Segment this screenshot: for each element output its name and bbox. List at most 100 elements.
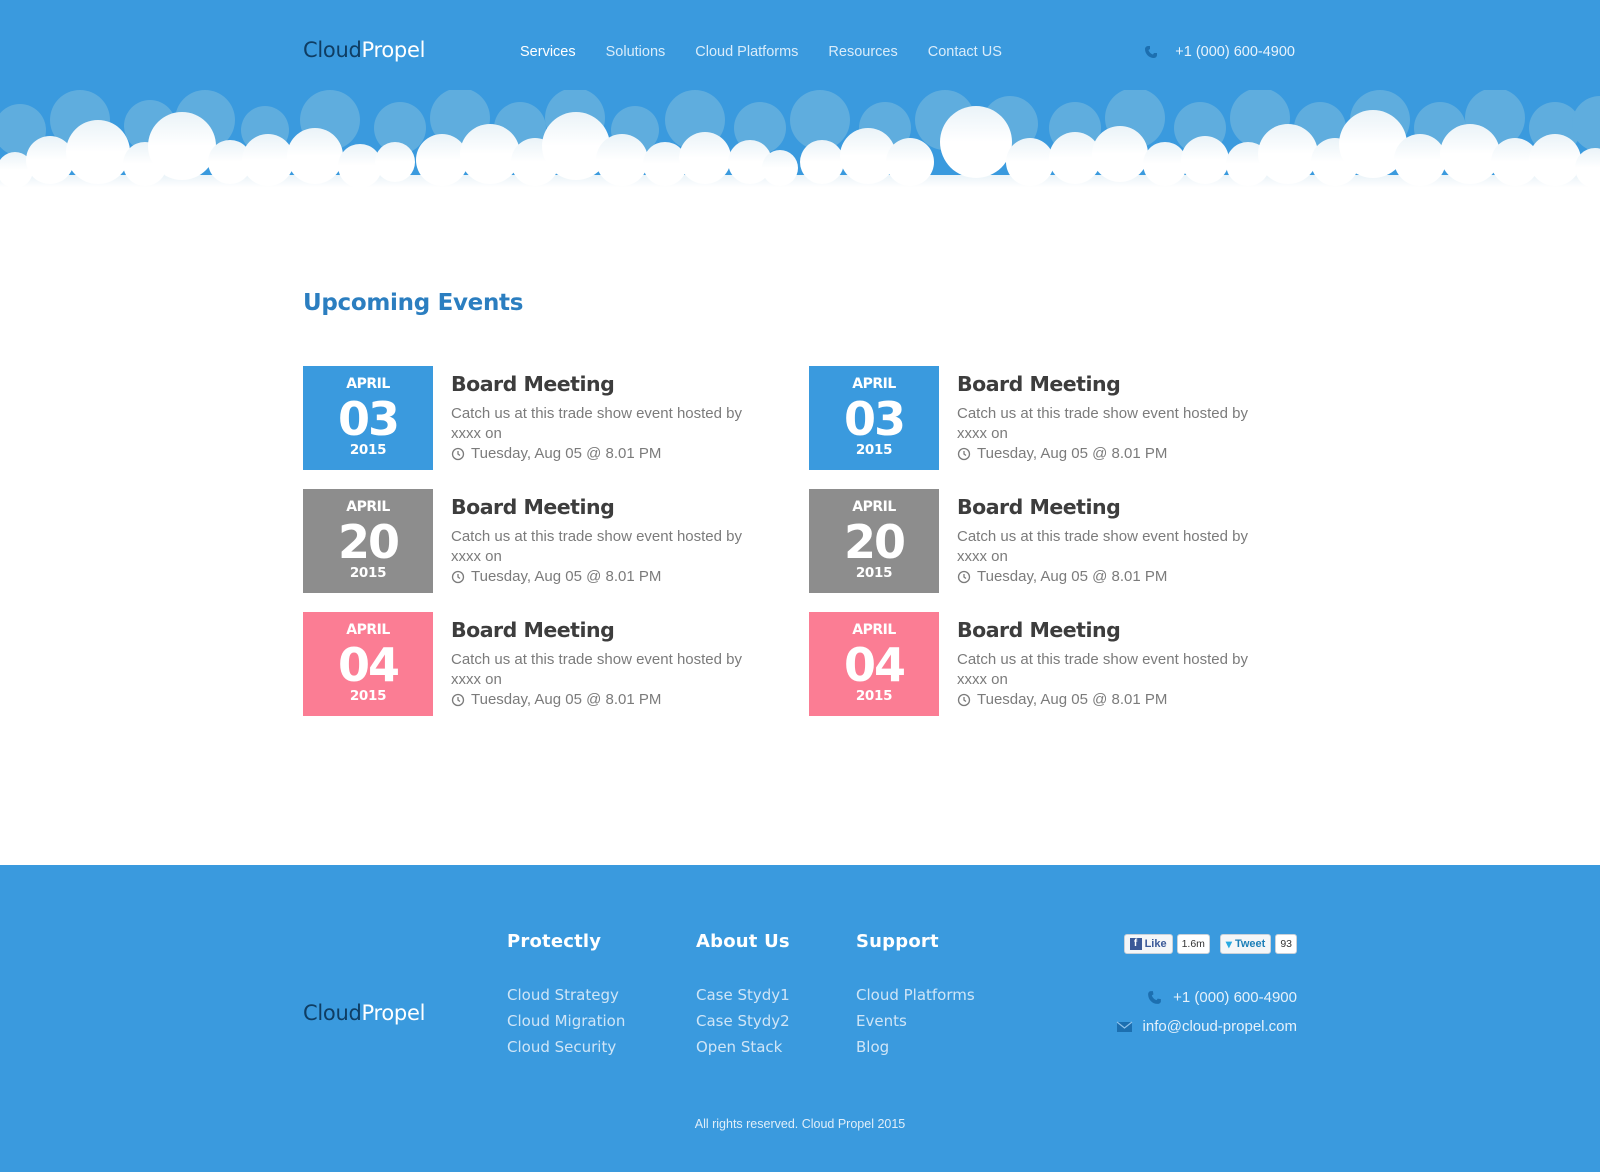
clock-icon <box>451 570 465 583</box>
event-date-badge: APRIL 03 2015 <box>303 366 433 470</box>
event-year: 2015 <box>349 688 387 704</box>
event-time: Tuesday, Aug 05 @ 8.01 PM <box>957 691 1167 708</box>
nav-item-cloud-platforms[interactable]: Cloud Platforms <box>695 44 798 60</box>
event-title[interactable]: Board Meeting <box>451 495 615 519</box>
facebook-icon: f <box>1129 938 1142 950</box>
brand-logo[interactable]: CloudPropel <box>303 38 425 62</box>
event-date-badge: APRIL 20 2015 <box>809 489 939 593</box>
site-footer: CloudPropel Protectly Cloud Strategy Clo… <box>0 865 1600 1172</box>
event-time: Tuesday, Aug 05 @ 8.01 PM <box>957 568 1167 585</box>
event-day: 20 <box>843 515 906 569</box>
brand-logo-part2: Propel <box>361 1001 426 1025</box>
event-time-text: Tuesday, Aug 05 @ 8.01 PM <box>977 568 1168 585</box>
footer-column-protectly: Protectly Cloud Strategy Cloud Migration… <box>507 931 625 1060</box>
footer-link-open-stack[interactable]: Open Stack <box>696 1034 790 1060</box>
event-time: Tuesday, Aug 05 @ 8.01 PM <box>957 445 1167 462</box>
footer-email-address: info@cloud-propel.com <box>1142 1018 1297 1035</box>
footer-phone[interactable]: +1 (000) 600-4900 <box>1146 989 1297 1006</box>
event-time-text: Tuesday, Aug 05 @ 8.01 PM <box>471 445 662 462</box>
event-date-badge: APRIL 20 2015 <box>303 489 433 593</box>
event-day: 04 <box>843 638 906 692</box>
footer-column-heading: Protectly <box>507 931 602 952</box>
footer-link-events[interactable]: Events <box>856 1008 975 1034</box>
footer-brand-logo[interactable]: CloudPropel <box>303 1001 425 1025</box>
event-time: Tuesday, Aug 05 @ 8.01 PM <box>451 445 661 462</box>
footer-link-cloud-strategy[interactable]: Cloud Strategy <box>507 982 625 1008</box>
nav-item-resources[interactable]: Resources <box>828 44 897 60</box>
event-title[interactable]: Board Meeting <box>451 618 615 642</box>
event-time-text: Tuesday, Aug 05 @ 8.01 PM <box>977 691 1168 708</box>
event-description: Catch us at this trade show event hosted… <box>957 528 1248 565</box>
event-year: 2015 <box>855 565 893 581</box>
twitter-icon: ▾ <box>1225 937 1232 951</box>
event-day: 04 <box>337 638 400 692</box>
event-title[interactable]: Board Meeting <box>957 495 1121 519</box>
event-description: Catch us at this trade show event hosted… <box>451 651 742 688</box>
event-year: 2015 <box>855 688 893 704</box>
event-description: Catch us at this trade show event hosted… <box>957 405 1248 442</box>
tweet-label: Tweet <box>1234 938 1266 950</box>
footer-column-heading: About Us <box>696 931 790 952</box>
event-description: Catch us at this trade show event hosted… <box>451 528 742 565</box>
event-card[interactable]: APRIL 04 2015 Board Meeting Catch us at … <box>809 612 1289 716</box>
event-month: APRIL <box>346 376 390 392</box>
footer-column-about-us: About Us Case Stydy1 Case Stydy2 Open St… <box>696 931 790 1060</box>
clock-icon <box>957 693 971 706</box>
facebook-like-button[interactable]: f Like <box>1123 934 1173 954</box>
event-description: Catch us at this trade show event hosted… <box>451 405 742 442</box>
footer-link-cloud-platforms[interactable]: Cloud Platforms <box>856 982 975 1008</box>
header-phone[interactable]: +1 (000) 600-4900 <box>1143 44 1295 60</box>
upcoming-events-title: Upcoming Events <box>303 290 524 316</box>
clouds-decoration <box>0 90 1600 200</box>
tweet-button[interactable]: ▾ Tweet <box>1219 934 1272 954</box>
nav-item-services[interactable]: Services <box>520 44 576 60</box>
event-day: 03 <box>337 392 400 446</box>
footer-link-cloud-migration[interactable]: Cloud Migration <box>507 1008 625 1034</box>
footer-link-case-study-1[interactable]: Case Stydy1 <box>696 982 790 1008</box>
footer-link-blog[interactable]: Blog <box>856 1034 975 1060</box>
event-time-text: Tuesday, Aug 05 @ 8.01 PM <box>471 691 662 708</box>
event-day: 20 <box>337 515 400 569</box>
brand-logo-part2: Propel <box>361 38 426 62</box>
event-card[interactable]: APRIL 04 2015 Board Meeting Catch us at … <box>303 612 783 716</box>
site-header: CloudPropel Services Solutions Cloud Pla… <box>0 0 1600 200</box>
event-month: APRIL <box>346 622 390 638</box>
event-year: 2015 <box>349 565 387 581</box>
event-card[interactable]: APRIL 20 2015 Board Meeting Catch us at … <box>809 489 1289 593</box>
event-month: APRIL <box>852 499 896 515</box>
event-title[interactable]: Board Meeting <box>451 372 615 396</box>
event-month: APRIL <box>346 499 390 515</box>
social-buttons: f Like 1.6m ▾ Tweet 93 <box>1123 934 1297 954</box>
event-card[interactable]: APRIL 03 2015 Board Meeting Catch us at … <box>303 366 783 470</box>
nav-item-solutions[interactable]: Solutions <box>606 44 666 60</box>
footer-column-support: Support Cloud Platforms Events Blog <box>856 931 975 1060</box>
clock-icon <box>957 570 971 583</box>
clock-icon <box>451 693 465 706</box>
event-year: 2015 <box>349 442 387 458</box>
mail-icon <box>1116 1021 1132 1032</box>
footer-phone-number: +1 (000) 600-4900 <box>1173 989 1297 1006</box>
event-time: Tuesday, Aug 05 @ 8.01 PM <box>451 691 661 708</box>
tweet-count: 93 <box>1275 934 1297 954</box>
header-phone-number: +1 (000) 600-4900 <box>1175 44 1295 60</box>
event-title[interactable]: Board Meeting <box>957 372 1121 396</box>
footer-link-cloud-security[interactable]: Cloud Security <box>507 1034 625 1060</box>
footer-email[interactable]: info@cloud-propel.com <box>1116 1018 1297 1035</box>
event-title[interactable]: Board Meeting <box>957 618 1121 642</box>
footer-link-case-study-2[interactable]: Case Stydy2 <box>696 1008 790 1034</box>
event-card[interactable]: APRIL 20 2015 Board Meeting Catch us at … <box>303 489 783 593</box>
like-count: 1.6m <box>1176 934 1210 954</box>
event-card[interactable]: APRIL 03 2015 Board Meeting Catch us at … <box>809 366 1289 470</box>
event-year: 2015 <box>855 442 893 458</box>
footer-column-heading: Support <box>856 931 939 952</box>
brand-logo-part1: Cloud <box>303 1001 362 1025</box>
clock-icon <box>451 447 465 460</box>
nav-item-contact-us[interactable]: Contact US <box>928 44 1002 60</box>
event-time-text: Tuesday, Aug 05 @ 8.01 PM <box>977 445 1168 462</box>
event-description: Catch us at this trade show event hosted… <box>957 651 1248 688</box>
event-time: Tuesday, Aug 05 @ 8.01 PM <box>451 568 661 585</box>
like-label: Like <box>1144 938 1167 950</box>
clock-icon <box>957 447 971 460</box>
event-date-badge: APRIL 03 2015 <box>809 366 939 470</box>
event-date-badge: APRIL 04 2015 <box>303 612 433 716</box>
